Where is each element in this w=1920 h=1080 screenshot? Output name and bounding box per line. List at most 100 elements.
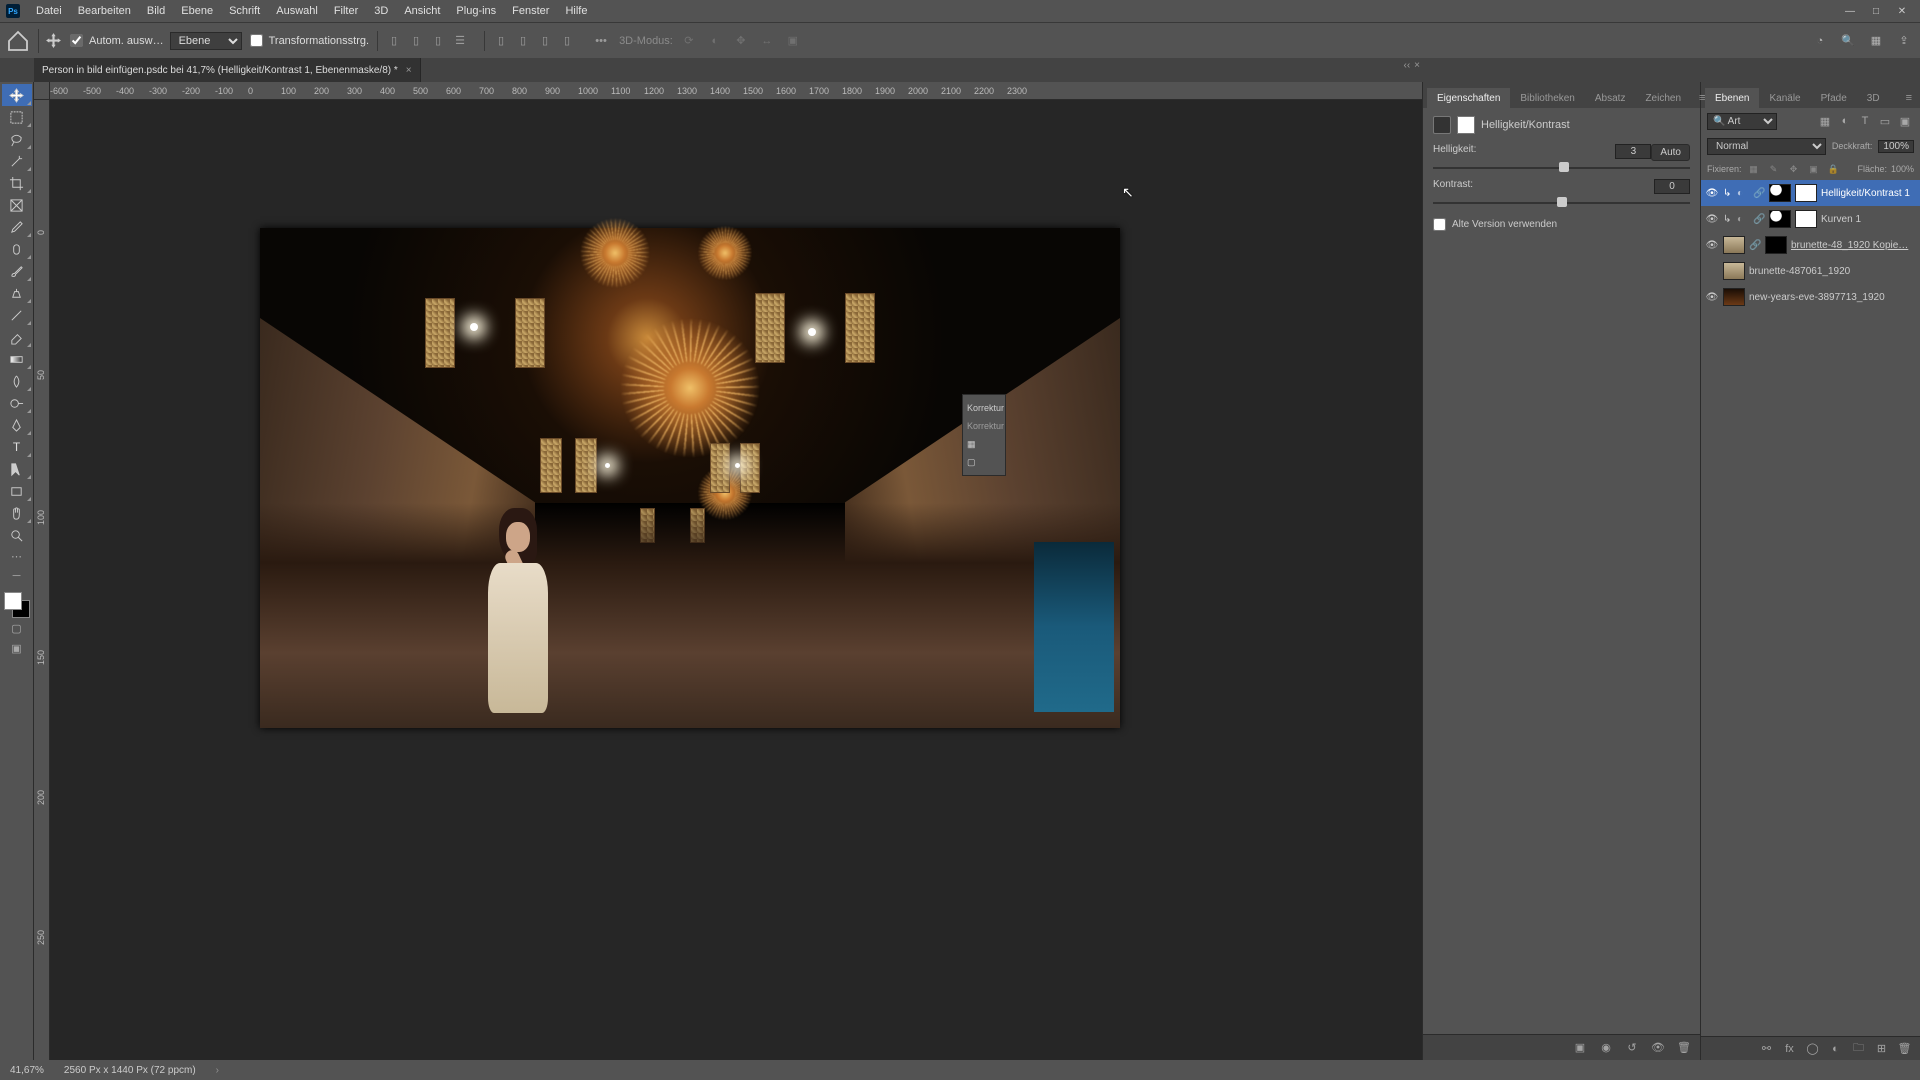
opacity-input[interactable]: 100% xyxy=(1878,140,1914,153)
layer-thumbnail[interactable] xyxy=(1769,210,1791,228)
zoom-level[interactable]: 41,67% xyxy=(10,1065,44,1076)
menu-schrift[interactable]: Schrift xyxy=(221,0,268,22)
contrast-value-input[interactable]: 0 xyxy=(1654,179,1690,194)
fill-input[interactable]: 100% xyxy=(1891,164,1914,174)
hand-tool[interactable] xyxy=(2,502,32,524)
brightness-slider-thumb[interactable] xyxy=(1559,162,1569,172)
layer-mask-thumbnail[interactable] xyxy=(1795,210,1817,228)
horizontal-ruler[interactable]: -600-500-400-300-200-1000100200300400500… xyxy=(50,82,1422,100)
ruler-origin[interactable] xyxy=(34,82,50,100)
new-group-icon[interactable]: 🗀 xyxy=(1851,1041,1866,1056)
layers-panel-menu-icon[interactable]: ≡ xyxy=(1898,88,1920,108)
type-tool[interactable]: T xyxy=(2,436,32,458)
layer-visibility-icon[interactable]: 👁 xyxy=(1705,188,1719,199)
layer-name-label[interactable]: Helligkeit/Kontrast 1 xyxy=(1821,188,1916,199)
menu-auswahl[interactable]: Auswahl xyxy=(268,0,326,22)
add-mask-icon[interactable]: ◯ xyxy=(1805,1041,1820,1056)
layer-name-label[interactable]: brunette-487061_1920 xyxy=(1749,266,1916,277)
layer-row[interactable]: 👁 new-years-eve-3897713_1920 xyxy=(1701,284,1920,310)
filter-smart-icon[interactable]: ▣ xyxy=(1896,112,1914,130)
distribute-h-icon[interactable]: ☰ xyxy=(450,31,470,51)
clip-to-layer-icon[interactable]: ▣ xyxy=(1572,1040,1588,1056)
window-minimize-button[interactable]: — xyxy=(1838,3,1862,19)
adjustment-preset-icon[interactable]: ▦ xyxy=(967,435,1001,453)
lock-position-icon[interactable]: ✥ xyxy=(1786,161,1802,177)
delete-layer-icon[interactable]: 🗑 xyxy=(1897,1041,1912,1056)
move-tool[interactable] xyxy=(2,84,32,106)
window-close-button[interactable]: ✕ xyxy=(1890,3,1914,19)
tab-kanaele[interactable]: Kanäle xyxy=(1759,88,1810,108)
filter-shape-icon[interactable]: ▭ xyxy=(1876,112,1894,130)
layer-filter-kind-dropdown[interactable]: 🔍 Art xyxy=(1707,113,1777,130)
canvas-area[interactable]: -600-500-400-300-200-1000100200300400500… xyxy=(34,82,1422,1060)
magic-wand-tool[interactable] xyxy=(2,150,32,172)
menu-filter[interactable]: Filter xyxy=(326,0,366,22)
clone-stamp-tool[interactable] xyxy=(2,282,32,304)
menu-ansicht[interactable]: Ansicht xyxy=(396,0,448,22)
menu-ebene[interactable]: Ebene xyxy=(173,0,221,22)
link-layers-icon[interactable]: ⚯ xyxy=(1759,1041,1774,1056)
tab-bibliotheken[interactable]: Bibliotheken xyxy=(1510,88,1584,108)
distribute-v-icon[interactable]: ▯ xyxy=(557,31,577,51)
screen-mode-icon[interactable]: ▣ xyxy=(2,638,32,658)
auto-button[interactable]: Auto xyxy=(1651,144,1690,161)
brightness-contrast-icon[interactable] xyxy=(1433,116,1451,134)
mask-link-icon[interactable]: 🔗 xyxy=(1753,188,1765,199)
vertical-ruler[interactable]: 050100150200250 xyxy=(34,100,50,1060)
lock-pixels-icon[interactable]: ✎ xyxy=(1766,161,1782,177)
blur-tool[interactable] xyxy=(2,370,32,392)
auto-select-checkbox[interactable] xyxy=(70,34,83,47)
history-brush-tool[interactable] xyxy=(2,304,32,326)
filter-type-icon[interactable]: T xyxy=(1856,112,1874,130)
mask-link-icon[interactable]: 🔗 xyxy=(1753,214,1765,225)
brightness-slider[interactable] xyxy=(1433,167,1690,169)
contrast-slider[interactable] xyxy=(1433,202,1690,204)
menu-fenster[interactable]: Fenster xyxy=(504,0,557,22)
foreground-color-swatch[interactable] xyxy=(4,592,22,610)
layer-row[interactable]: brunette-487061_1920 xyxy=(1701,258,1920,284)
panel-menu-icon[interactable]: ≡ xyxy=(1691,88,1713,108)
frame-tool[interactable] xyxy=(2,194,32,216)
layer-thumbnail[interactable] xyxy=(1723,262,1745,280)
align-bottom-icon[interactable]: ▯ xyxy=(535,31,555,51)
menu-bearbeiten[interactable]: Bearbeiten xyxy=(70,0,139,22)
adjustments-panel-clipped[interactable]: Korrektur Korrektur ▦ ▢ xyxy=(962,394,1006,476)
layer-fx-icon[interactable]: fx xyxy=(1782,1041,1797,1056)
layer-mask-icon[interactable] xyxy=(1457,116,1475,134)
pen-tool[interactable] xyxy=(2,414,32,436)
legacy-checkbox[interactable] xyxy=(1433,218,1446,231)
lasso-tool[interactable] xyxy=(2,128,32,150)
layer-thumbnail[interactable] xyxy=(1723,236,1745,254)
reset-icon[interactable]: ↺ xyxy=(1624,1040,1640,1056)
adjustment-preset-icon[interactable]: ▢ xyxy=(967,453,1001,471)
layer-thumbnail[interactable] xyxy=(1769,184,1791,202)
tab-3d[interactable]: 3D xyxy=(1857,88,1890,108)
lock-all-icon[interactable]: 🔒 xyxy=(1826,161,1842,177)
mask-link-icon[interactable]: 🔗 xyxy=(1749,240,1761,251)
home-icon[interactable] xyxy=(6,29,30,53)
tab-eigenschaften[interactable]: Eigenschaften xyxy=(1427,88,1510,108)
document-info[interactable]: 2560 Px x 1440 Px (72 ppcm) xyxy=(64,1065,196,1076)
tab-zeichen[interactable]: Zeichen xyxy=(1635,88,1691,108)
workspace-icon[interactable]: ▦ xyxy=(1866,31,1886,51)
align-top-icon[interactable]: ▯ xyxy=(491,31,511,51)
document-tab[interactable]: Person in bild einfügen.psdc bei 41,7% (… xyxy=(34,58,421,82)
healing-brush-tool[interactable] xyxy=(2,238,32,260)
filter-adjustment-icon[interactable]: ◐ xyxy=(1836,112,1854,130)
path-selection-tool[interactable] xyxy=(2,458,32,480)
layer-visibility-icon[interactable]: 👁 xyxy=(1705,240,1719,251)
layer-row[interactable]: 👁🔗brunette-48_1920 Kopie… xyxy=(1701,232,1920,258)
transform-controls-checkbox[interactable] xyxy=(250,34,263,47)
layer-name-label[interactable]: new-years-eve-3897713_1920 xyxy=(1749,292,1916,303)
align-right-icon[interactable]: ▯ xyxy=(428,31,448,51)
layer-visibility-icon[interactable]: 👁 xyxy=(1705,292,1719,303)
search-icon[interactable]: 🔍 xyxy=(1838,31,1858,51)
tab-absatz[interactable]: Absatz xyxy=(1585,88,1636,108)
rectangle-tool[interactable] xyxy=(2,480,32,502)
delete-adjustment-icon[interactable]: 🗑 xyxy=(1676,1040,1692,1056)
dodge-tool[interactable] xyxy=(2,392,32,414)
toggle-visibility-icon[interactable]: 👁 xyxy=(1650,1040,1666,1056)
color-swatches[interactable] xyxy=(4,592,30,618)
quick-mask-icon[interactable]: ▢ xyxy=(2,618,32,638)
lock-artboard-icon[interactable]: ▣ xyxy=(1806,161,1822,177)
